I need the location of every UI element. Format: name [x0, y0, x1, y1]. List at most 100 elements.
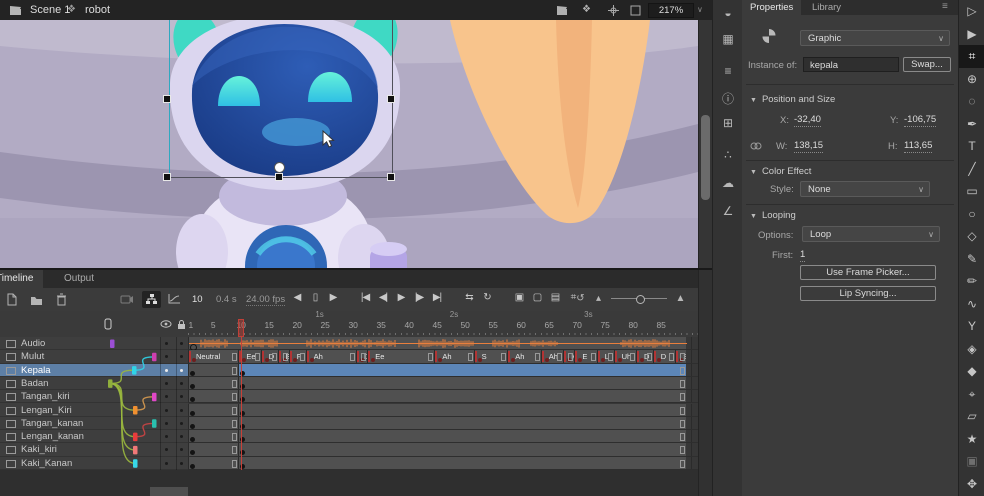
parenting-view-toggle[interactable] — [142, 291, 161, 308]
keyframe-dot[interactable] — [190, 371, 195, 376]
tab-library[interactable]: Library — [804, 0, 849, 15]
selection-tool[interactable]: ▷ — [959, 0, 984, 23]
panel-menu-icon[interactable]: ≡ — [942, 1, 948, 12]
layer-lock-dot[interactable] — [180, 369, 183, 372]
eraser-tool[interactable]: ▱ — [959, 405, 984, 428]
tab-properties[interactable]: Properties — [742, 0, 801, 15]
frame-span[interactable]: D — [636, 350, 653, 362]
frame-span[interactable]: Ah — [306, 350, 356, 362]
frame-span[interactable]: Ah — [507, 350, 541, 362]
swatches-panel-icon[interactable]: ▦ — [713, 32, 743, 46]
text-tool[interactable]: T — [959, 135, 984, 158]
polystar-tool[interactable]: ◇ — [959, 225, 984, 248]
paint-bucket-tool[interactable]: ◈ — [959, 338, 984, 361]
frame-span[interactable] — [238, 457, 686, 469]
frame-span[interactable]: D — [653, 350, 675, 362]
camera-tool[interactable]: ▣ — [959, 450, 984, 473]
rectangle-tool[interactable]: ▭ — [959, 180, 984, 203]
frame-span[interactable] — [188, 377, 238, 389]
playhead-line[interactable] — [241, 337, 242, 470]
asset-warp-tool[interactable]: ★ — [959, 428, 984, 451]
zoom-out-timeline-button[interactable]: ▴ — [593, 293, 603, 304]
frame-span[interactable] — [188, 430, 238, 442]
looping-options-dropdown[interactable]: Loop ∨ — [802, 226, 940, 242]
next-keyframe-button[interactable]: |▶ — [414, 292, 424, 303]
frame-span[interactable] — [188, 417, 238, 429]
instance-name-field[interactable]: kepala — [803, 57, 899, 72]
y-value[interactable]: -106,75 — [904, 114, 936, 127]
breadcrumb-symbol[interactable]: robot — [85, 4, 110, 16]
symbol-behavior-dropdown[interactable]: Graphic ∨ — [800, 30, 950, 46]
color-effect-section-header[interactable]: ▼Color Effect — [750, 166, 811, 177]
swap-button[interactable]: Swap... — [903, 57, 951, 72]
layer-lock-dot[interactable] — [180, 435, 183, 438]
ink-bottle-tool[interactable]: ◆ — [959, 360, 984, 383]
layer-lock-dot[interactable] — [180, 409, 183, 412]
layer-visibility-dot[interactable] — [165, 382, 168, 385]
link-width-height-icon[interactable] — [750, 140, 762, 152]
frame-span[interactable]: Ee — [278, 350, 289, 362]
frame-span[interactable] — [188, 443, 238, 455]
keyframe-dot[interactable] — [190, 450, 195, 455]
layer-visibility-dot[interactable] — [165, 422, 168, 425]
onion-skin-outline-button[interactable]: ▢ — [532, 292, 542, 303]
transform-panel-icon[interactable]: ⊞ — [713, 116, 743, 130]
w-value[interactable]: 138,15 — [794, 140, 823, 153]
subselection-tool[interactable]: ▶ — [959, 23, 984, 46]
keyframe-dot[interactable] — [190, 411, 195, 416]
first-frame-value[interactable]: 1 — [800, 249, 805, 262]
layer-lock-dot[interactable] — [180, 355, 183, 358]
tab-timeline[interactable]: Timeline — [0, 270, 43, 288]
frame-span[interactable] — [188, 337, 686, 349]
color-panel-icon[interactable]: ◒ — [713, 6, 743, 20]
frame-span[interactable]: F — [289, 350, 306, 362]
frame-span[interactable]: L — [597, 350, 614, 362]
center-stage-icon[interactable] — [608, 5, 619, 16]
gradient-transform-tool[interactable]: ⊕ — [959, 68, 984, 91]
keyframe-dot[interactable] — [190, 397, 195, 402]
color-style-dropdown[interactable]: None ∨ — [800, 181, 930, 197]
frame-span[interactable] — [238, 404, 686, 416]
prev-keyframe-button[interactable]: ◀| — [378, 292, 388, 303]
frame-span[interactable] — [238, 443, 686, 455]
timeline-zoom-slider[interactable] — [611, 298, 667, 299]
new-layer-icon[interactable] — [6, 293, 18, 306]
layer-visibility-dot[interactable] — [165, 355, 168, 358]
stage-vertical-scrollbar[interactable] — [698, 20, 713, 268]
show-hide-all-layers-icon[interactable] — [160, 320, 172, 328]
layer-visibility-dot[interactable] — [165, 448, 168, 451]
frame-span[interactable]: S — [675, 350, 686, 362]
fluid-brush-tool[interactable]: ∿ — [959, 293, 984, 316]
stage-canvas[interactable] — [0, 20, 698, 268]
keyframe-dot[interactable] — [190, 437, 195, 442]
brush-tool[interactable]: ✏ — [959, 270, 984, 293]
layer-visibility-dot[interactable] — [165, 462, 168, 465]
free-transform-tool[interactable]: ⌗ — [959, 45, 984, 68]
selection-bounding-box[interactable] — [169, 20, 393, 178]
playhead-marker[interactable] — [238, 319, 244, 337]
loop-button[interactable]: ↻ — [482, 292, 492, 303]
layer-lock-dot[interactable] — [180, 462, 183, 465]
frame-span[interactable]: Uh — [614, 350, 636, 362]
frame-row-lengan_kiri[interactable] — [188, 404, 698, 417]
x-value[interactable]: -32,40 — [794, 114, 821, 127]
layer-visibility-dot[interactable] — [165, 369, 168, 372]
layer-lock-dot[interactable] — [180, 448, 183, 451]
pen-tool[interactable]: ✒ — [959, 113, 984, 136]
lasso-tool[interactable]: ◌ — [959, 90, 984, 113]
timeline-zoom-knob[interactable] — [636, 295, 645, 304]
frame-span[interactable] — [188, 390, 238, 402]
bone-tool[interactable]: Y — [959, 315, 984, 338]
clip-content-icon[interactable] — [630, 5, 641, 16]
new-folder-icon[interactable] — [30, 295, 43, 306]
edit-multiple-frames-button[interactable]: ▤ — [550, 292, 560, 303]
reset-timeline-zoom-button[interactable]: ↺ — [575, 293, 585, 304]
frame-row-badan[interactable] — [188, 377, 698, 390]
layer-lock-dot[interactable] — [180, 395, 183, 398]
frame-span[interactable]: Ee — [367, 350, 434, 362]
layer-visibility-dot[interactable] — [165, 342, 168, 345]
frame-row-tangan_kiri[interactable] — [188, 390, 698, 403]
delete-layer-icon[interactable] — [56, 293, 67, 306]
frame-span[interactable] — [238, 364, 686, 376]
looping-section-header[interactable]: ▼Looping — [750, 210, 796, 221]
